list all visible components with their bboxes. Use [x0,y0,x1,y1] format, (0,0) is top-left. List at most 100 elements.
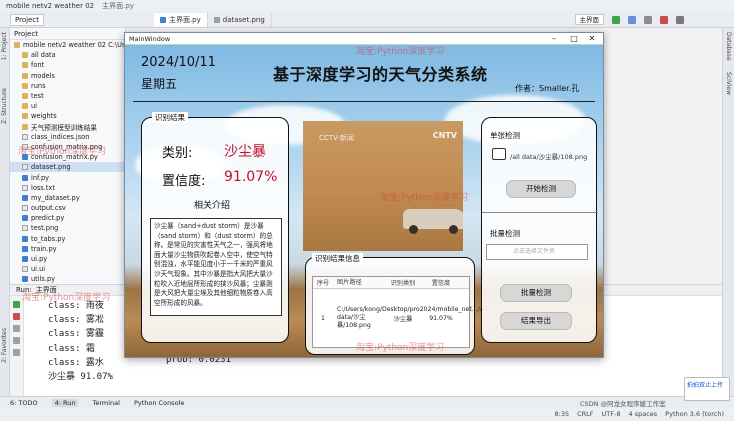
tree-item[interactable]: 天气预测模型训练结果 [10,122,125,132]
python-console-tab[interactable]: Python Console [134,399,184,407]
structure-tool-tab[interactable]: Z: Structure [1,88,8,124]
python-file-icon [22,235,28,242]
python-file-icon [159,16,166,23]
tree-item[interactable]: class_indices.json [10,132,125,142]
coverage-icon[interactable] [644,15,652,24]
minimize-button[interactable]: – [545,33,563,45]
tree-item[interactable]: my_dataset.py [10,193,125,203]
status-bar: 8:35 CRLF UTF-8 4 spaces Python 3.6 (tor… [0,408,734,421]
stop-icon[interactable] [13,313,20,320]
encoding[interactable]: UTF-8 [602,410,621,418]
debug-icon[interactable] [628,15,636,24]
cell-confidence: 91.07% [429,314,453,322]
run-config-select[interactable]: 主界面 [574,14,604,25]
start-detect-button[interactable]: 开始检测 [506,180,576,198]
folder-icon [22,103,28,110]
tree-item-label: predict.py [31,214,65,223]
run-icon[interactable] [612,15,620,24]
tree-item-label: to_tabs.py [31,234,66,243]
cell-class: 沙尘暴 [393,315,413,323]
tree-item-label: dataset.png [31,163,71,172]
result-table: 序号 图片路径 识别类别 置信度 1 C:/Users/kong/Desktop… [312,276,487,348]
tree-item[interactable]: dataset.png [10,162,125,173]
project-tool-tab[interactable]: 1: Project [1,32,8,60]
weekday-label: 星期五 [141,77,178,91]
maximize-button[interactable]: □ [565,33,583,45]
detected-image: CCTV-新闻 CNTV [303,121,463,251]
tree-item[interactable]: weights [10,111,125,121]
table-row[interactable]: 1 C:/Users/kong/Desktop/pro2024/mobile_n… [313,289,487,347]
todo-tab[interactable]: 6: TODO [10,399,38,407]
tree-item[interactable]: ui [10,101,125,111]
result-card: 识别结果 类别: 沙尘暴 置信度: 91.07% 相关介绍 沙尘暴（sand+d… [141,112,289,343]
console-line: 沙尘暴 91.07% [48,372,113,383]
tree-item[interactable]: utils.py [10,274,125,284]
tree-item-label: ui [31,102,38,111]
tree-item[interactable]: test.png [10,223,125,233]
line-separator[interactable]: CRLF [577,410,593,418]
tree-item[interactable]: output.csv [10,203,125,213]
trash-icon[interactable] [13,349,20,356]
tree-item[interactable]: ui.py [10,254,125,264]
confidence-label: 置信度: [162,174,206,189]
tree-item[interactable]: inf.py [10,172,125,182]
close-button[interactable]: ✕ [583,33,601,45]
tree-item[interactable]: runs [10,81,125,91]
python-file-icon [22,194,28,201]
tree-item[interactable]: train.py [10,244,125,254]
stop-icon[interactable] [660,15,668,24]
breadcrumb[interactable]: 主界面.py [102,1,134,11]
status-right: 8:35 CRLF UTF-8 4 spaces Python 3.6 (tor… [555,410,724,418]
batch-detect-button[interactable]: 批量检测 [500,284,572,302]
favorites-tool-tab[interactable]: 2: Favorites [1,328,8,363]
tree-item[interactable]: models [10,71,125,81]
print-icon[interactable] [13,337,20,344]
tree-item-label: ui.ui [31,265,46,274]
tree-item-label: all data [31,51,56,60]
folder-icon [22,82,28,89]
terminal-tab[interactable]: Terminal [92,399,119,407]
database-tool-tab[interactable]: Database [725,32,732,61]
search-icon[interactable] [676,15,684,24]
ide-title-bar: mobile netv2 weather 02 主界面.py [0,0,734,12]
tree-item[interactable]: font [10,60,125,70]
python-file-icon [22,276,28,283]
project-view-dropdown[interactable]: Project [10,13,44,26]
watermark: 淘宝:Python深度学习 [356,47,445,57]
run-side-buttons [10,296,24,396]
watermark: 淘宝:Python深度学习 [380,193,469,203]
column-header: 图片路径 [337,278,362,286]
upload-badge[interactable]: 拍拍双止上传 [684,377,730,401]
wheel-shape [409,225,418,234]
tab-dataset-png[interactable]: dataset.png [208,12,272,27]
tree-item-label: class_indices.json [31,132,90,141]
category-value: 沙尘暴 [224,144,266,160]
folder-icon [22,72,28,79]
intro-text[interactable]: 沙尘暴（sand+dust storm）是沙暴（sand storm）和（dus… [150,218,282,316]
tab-main-py[interactable]: 主界面.py [153,12,208,27]
run-tab-bottom[interactable]: 4: Run [51,398,79,407]
interpreter[interactable]: Python 3.6 (torch) [665,410,724,418]
tree-item[interactable]: to_tabs.py [10,234,125,244]
cell-index: 1 [321,314,325,322]
sciview-tool-tab[interactable]: SciView [725,72,732,95]
tree-item[interactable]: all data [10,50,125,60]
tree-item-label: output.csv [31,204,66,213]
image-icon[interactable] [492,148,506,160]
scroll-icon[interactable] [13,325,20,332]
tree-item-label: my_dataset.py [31,193,80,202]
tree-item[interactable]: loss.txt [10,183,125,193]
tree-item[interactable]: ui.ui [10,264,125,274]
file-icon [22,225,28,232]
console-line: class: 露水 [48,357,104,368]
tree-item[interactable]: test [10,91,125,101]
folder-select-input[interactable]: 点击选择文件夹 [486,244,588,260]
indent[interactable]: 4 spaces [629,410,658,418]
result-card-label: 识别结果 [152,112,188,123]
cursor-position[interactable]: 8:35 [555,410,570,418]
rerun-icon[interactable] [13,301,20,308]
console-line: class: 雾霾 [48,329,104,340]
tree-item[interactable]: mobile netv2 weather 02 C:\Users\... [10,40,125,50]
tree-item[interactable]: predict.py [10,213,125,223]
export-results-button[interactable]: 结果导出 [500,312,572,330]
